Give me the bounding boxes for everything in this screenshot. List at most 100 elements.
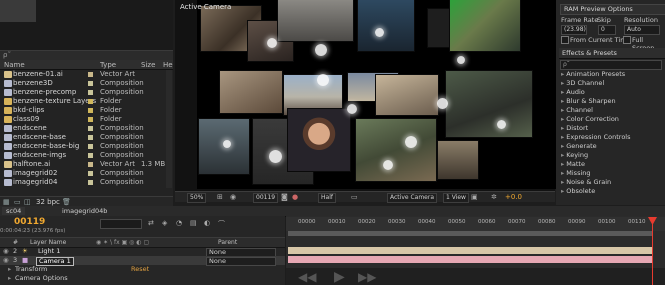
effects-category[interactable]: ▸ Animation Presets (561, 70, 625, 78)
from-current-checkbox[interactable] (561, 36, 569, 44)
chevron-right-icon[interactable]: ▸ (8, 265, 11, 274)
chevron-right-icon[interactable]: ▸ (561, 70, 564, 78)
chevron-right-icon[interactable]: ▸ (561, 88, 564, 96)
timecode-display[interactable]: 00119 (14, 217, 45, 227)
new-comp-icon[interactable]: ◫ (24, 198, 31, 206)
snapshot-icon[interactable]: ◉ (230, 193, 236, 201)
project-item[interactable]: class09 Folder (0, 115, 173, 124)
label-swatch[interactable] (88, 108, 93, 113)
label-swatch[interactable] (88, 126, 93, 131)
current-frame[interactable]: 00119 (253, 193, 279, 203)
effects-category[interactable]: ▸ Blur & Sharpen (561, 97, 616, 105)
effects-category[interactable]: ▸ Color Correction (561, 115, 619, 123)
col-extra[interactable]: He (163, 61, 173, 69)
label-swatch[interactable] (88, 72, 93, 77)
col-parent[interactable]: Parent (218, 239, 237, 246)
motion-blur-icon[interactable]: ◐ (204, 219, 210, 227)
effects-category[interactable]: ▸ Keying (561, 151, 588, 159)
camera-layer-bar[interactable] (288, 256, 653, 263)
project-item[interactable]: bkd-clips Folder (0, 106, 173, 115)
current-time-indicator[interactable] (652, 217, 653, 285)
next-frame-icon[interactable]: ▶▶ (358, 270, 376, 284)
reset-exposure-icon[interactable]: ✲ (491, 193, 497, 201)
time-ruler[interactable]: 00000 00010 00020 00030 00040 00050 00060 00070… (286, 217, 665, 231)
chevron-right-icon[interactable]: ▸ (561, 151, 564, 159)
region-icon[interactable]: ▭ (351, 193, 358, 201)
camera-options-row[interactable]: ▸ Camera Options (0, 274, 285, 283)
skip-input[interactable]: 0 (598, 25, 616, 35)
project-item[interactable]: endscene-base Composition (0, 133, 173, 142)
timeline-search-input[interactable] (100, 219, 142, 229)
composition-canvas[interactable] (197, 0, 559, 189)
project-item[interactable]: endscene Composition (0, 124, 173, 133)
col-size[interactable]: Size (141, 61, 155, 69)
project-item[interactable]: benzene-texture Layers Folder (0, 97, 173, 106)
chevron-right-icon[interactable]: ▸ (561, 187, 564, 195)
trash-icon[interactable]: 🗑 (62, 198, 71, 206)
chevron-right-icon[interactable]: ▸ (561, 79, 564, 87)
effects-category[interactable]: ▸ Noise & Grain (561, 178, 611, 186)
effects-category[interactable]: ▸ Audio (561, 88, 585, 96)
toggle-icon[interactable]: ▣ (471, 193, 478, 201)
project-item[interactable]: benzene-precomp Composition (0, 88, 173, 97)
resolution-select[interactable]: Auto (624, 25, 660, 35)
project-item[interactable]: imagegrid04 Composition (0, 178, 173, 187)
layer-name[interactable]: Light 1 (38, 247, 60, 256)
label-swatch[interactable] (88, 144, 93, 149)
ram-preview-select[interactable]: RAM Preview Options (560, 4, 665, 15)
chevron-right-icon[interactable]: ▸ (561, 178, 564, 186)
project-item[interactable]: imagegrid02 Composition (0, 169, 173, 178)
draft-3d-icon[interactable]: ◈ (162, 219, 167, 227)
frame-rate-select[interactable]: (23.98) (561, 25, 587, 35)
camera-icon[interactable]: ◙ (281, 193, 288, 201)
label-swatch[interactable] (88, 171, 93, 176)
chevron-right-icon[interactable]: ▸ (561, 142, 564, 150)
prev-frame-icon[interactable]: ◀◀ (298, 270, 316, 284)
chevron-right-icon[interactable]: ▸ (561, 115, 564, 123)
bpc-label[interactable]: 32 bpc (36, 198, 60, 206)
label-swatch[interactable] (88, 90, 93, 95)
effects-search-input[interactable]: ρ˜ (560, 60, 662, 70)
effects-category[interactable]: ▸ 3D Channel (561, 79, 604, 87)
zoom-select[interactable]: 50% (187, 193, 207, 203)
project-item[interactable]: benzene3D Composition (0, 79, 173, 88)
label-swatch[interactable] (88, 81, 93, 86)
col-type[interactable]: Type (100, 61, 116, 69)
label-swatch[interactable] (88, 135, 93, 140)
chevron-right-icon[interactable]: ▸ (561, 133, 564, 141)
effects-category[interactable]: ▸ Channel (561, 106, 593, 114)
chevron-right-icon[interactable]: ▸ (8, 274, 11, 283)
interpret-footage-icon[interactable]: ▦ (3, 198, 10, 206)
transform-row[interactable]: ▸ Transform Reset (0, 265, 285, 274)
layer-row[interactable]: ◉ 2 ☀ Light 1 None (0, 247, 285, 257)
effects-category[interactable]: ▸ Missing (561, 169, 591, 177)
views-select[interactable]: 1 View (443, 193, 469, 203)
label-swatch[interactable] (88, 162, 93, 167)
new-folder-icon[interactable]: ▭ (14, 198, 21, 206)
effects-category[interactable]: ▸ Expression Controls (561, 133, 631, 141)
effects-category[interactable]: ▸ Matte (561, 160, 585, 168)
label-swatch[interactable] (88, 180, 93, 185)
tab-sc04[interactable]: sc04 (2, 207, 26, 215)
visibility-icon[interactable]: ◉ (3, 247, 9, 256)
comp-mini-flowchart-icon[interactable]: ⇄ (148, 219, 154, 227)
shy-icon[interactable]: ◔ (176, 219, 182, 227)
project-item[interactable]: halftone.ai Vector Art 1.3 MB (0, 160, 173, 169)
play-icon[interactable]: ▶ (334, 269, 345, 285)
work-area-bar[interactable] (288, 231, 653, 236)
channels-icon[interactable]: ● (292, 193, 298, 201)
effects-category[interactable]: ▸ Distort (561, 124, 588, 132)
effects-category[interactable]: ▸ Generate (561, 142, 597, 150)
project-item[interactable]: endscene-base-big Composition (0, 142, 173, 151)
project-scrollbar[interactable] (166, 70, 172, 188)
col-name[interactable]: Name (4, 61, 25, 69)
visibility-icon[interactable]: ◉ (3, 256, 9, 265)
tab-imagegrid04b[interactable]: imagegrid04b (58, 207, 111, 215)
resolution-select[interactable]: Half (318, 193, 336, 203)
graph-editor-icon[interactable]: ⌒ (218, 219, 225, 229)
effects-category[interactable]: ▸ Obsolete (561, 187, 595, 195)
full-screen-checkbox[interactable] (623, 36, 631, 44)
camera-select[interactable]: Active Camera (387, 193, 438, 203)
chevron-right-icon[interactable]: ▸ (561, 160, 564, 168)
project-item[interactable]: benzene-01.ai Vector Art (0, 70, 173, 79)
